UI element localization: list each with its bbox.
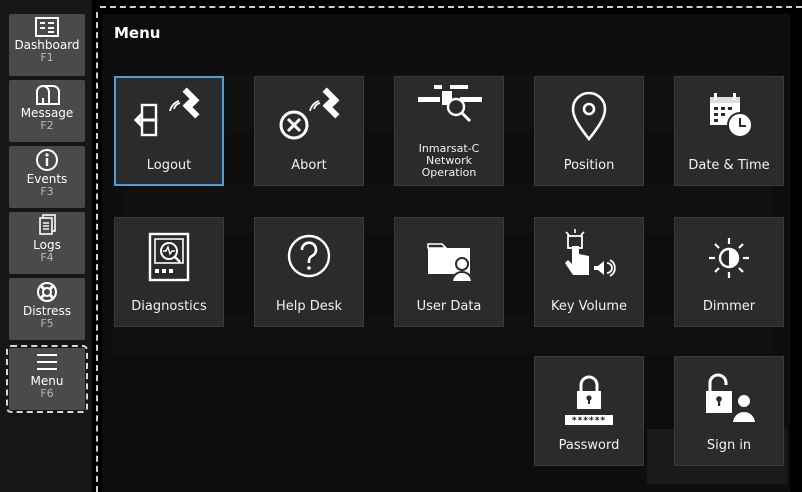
key-volume-icon [565,229,616,277]
diagnostics-button[interactable]: Diagnostics [114,217,224,327]
logout-satellite-icon [133,87,200,137]
location-pin-icon [571,91,607,142]
page-title: Menu [114,24,161,42]
tile-label: Inmarsat-C Network Operation [395,143,503,179]
tile-label: Help Desk [275,299,343,314]
password-button[interactable]: ****** Password [534,356,644,466]
tile-label: Sign in [706,438,752,453]
diagnostics-icon [148,232,190,282]
focus-outline-left [96,12,98,492]
mailbox-icon [36,85,60,105]
tile-label: Logout [146,158,192,173]
tile-label: Key Volume [550,299,628,314]
sidebar-item-label: Distress [22,304,72,318]
tile-label: Dimmer [702,299,756,314]
sign-in-button[interactable]: Sign in [674,356,784,466]
unlock-user-icon [706,373,758,424]
abort-button[interactable]: Abort [254,76,364,186]
position-button[interactable]: Position [534,76,644,186]
dashboard-icon [35,17,59,37]
sidebar-item-menu[interactable]: Menu F6 [6,345,88,413]
hamburger-icon [37,354,57,370]
inmarsat-network-operation-button[interactable]: Inmarsat-C Network Operation [394,76,504,186]
menu-panel: Menu Logout Abort Inmarsat-C Network Ope… [102,14,790,492]
sidebar-item-key: F1 [40,51,54,64]
brightness-icon [709,238,749,278]
logout-button[interactable]: Logout [114,76,224,186]
sidebar-item-events[interactable]: Events F3 [9,146,85,208]
focus-outline-top [100,6,802,8]
lifebuoy-icon [37,282,57,302]
sidebar-item-label: Menu [30,374,64,388]
sidebar: Dashboard F1 Message F2 Events F3 Logs F… [0,0,92,492]
tile-label: Abort [291,158,327,173]
sidebar-item-key: F3 [40,185,54,198]
date-time-button[interactable]: Date & Time [674,76,784,186]
sidebar-item-key: F4 [40,251,54,264]
sidebar-item-label: Logs [33,238,61,252]
sidebar-item-dashboard[interactable]: Dashboard F1 [9,14,85,76]
tile-label: Date & Time [688,158,770,173]
dimmer-button[interactable]: Dimmer [674,217,784,327]
sidebar-item-key: F5 [40,317,54,330]
info-icon [36,149,58,171]
sidebar-item-label: Message [20,106,74,120]
password-mask: ****** [571,416,607,426]
sidebar-item-logs[interactable]: Logs F4 [9,212,85,274]
question-icon [287,234,331,278]
abort-satellite-icon [279,87,340,140]
user-data-button[interactable]: User Data [394,217,504,327]
network-search-icon [418,85,482,123]
tile-label: Position [563,158,615,173]
tile-label-line: Operation [421,166,477,179]
tile-label: Password [558,438,620,453]
tile-label: Diagnostics [131,299,207,314]
sidebar-item-label: Dashboard [14,38,80,52]
sidebar-item-key: F6 [40,387,54,400]
sidebar-item-distress[interactable]: Distress F5 [9,278,85,340]
key-volume-button[interactable]: Key Volume [534,217,644,327]
sidebar-item-label: Events [26,172,68,186]
sidebar-item-message[interactable]: Message F2 [9,80,85,142]
sidebar-item-key: F2 [40,119,54,132]
folder-user-icon [427,243,474,283]
help-desk-button[interactable]: Help Desk [254,217,364,327]
tile-label: User Data [416,299,482,314]
logs-icon [39,214,56,235]
calendar-clock-icon [710,93,753,138]
